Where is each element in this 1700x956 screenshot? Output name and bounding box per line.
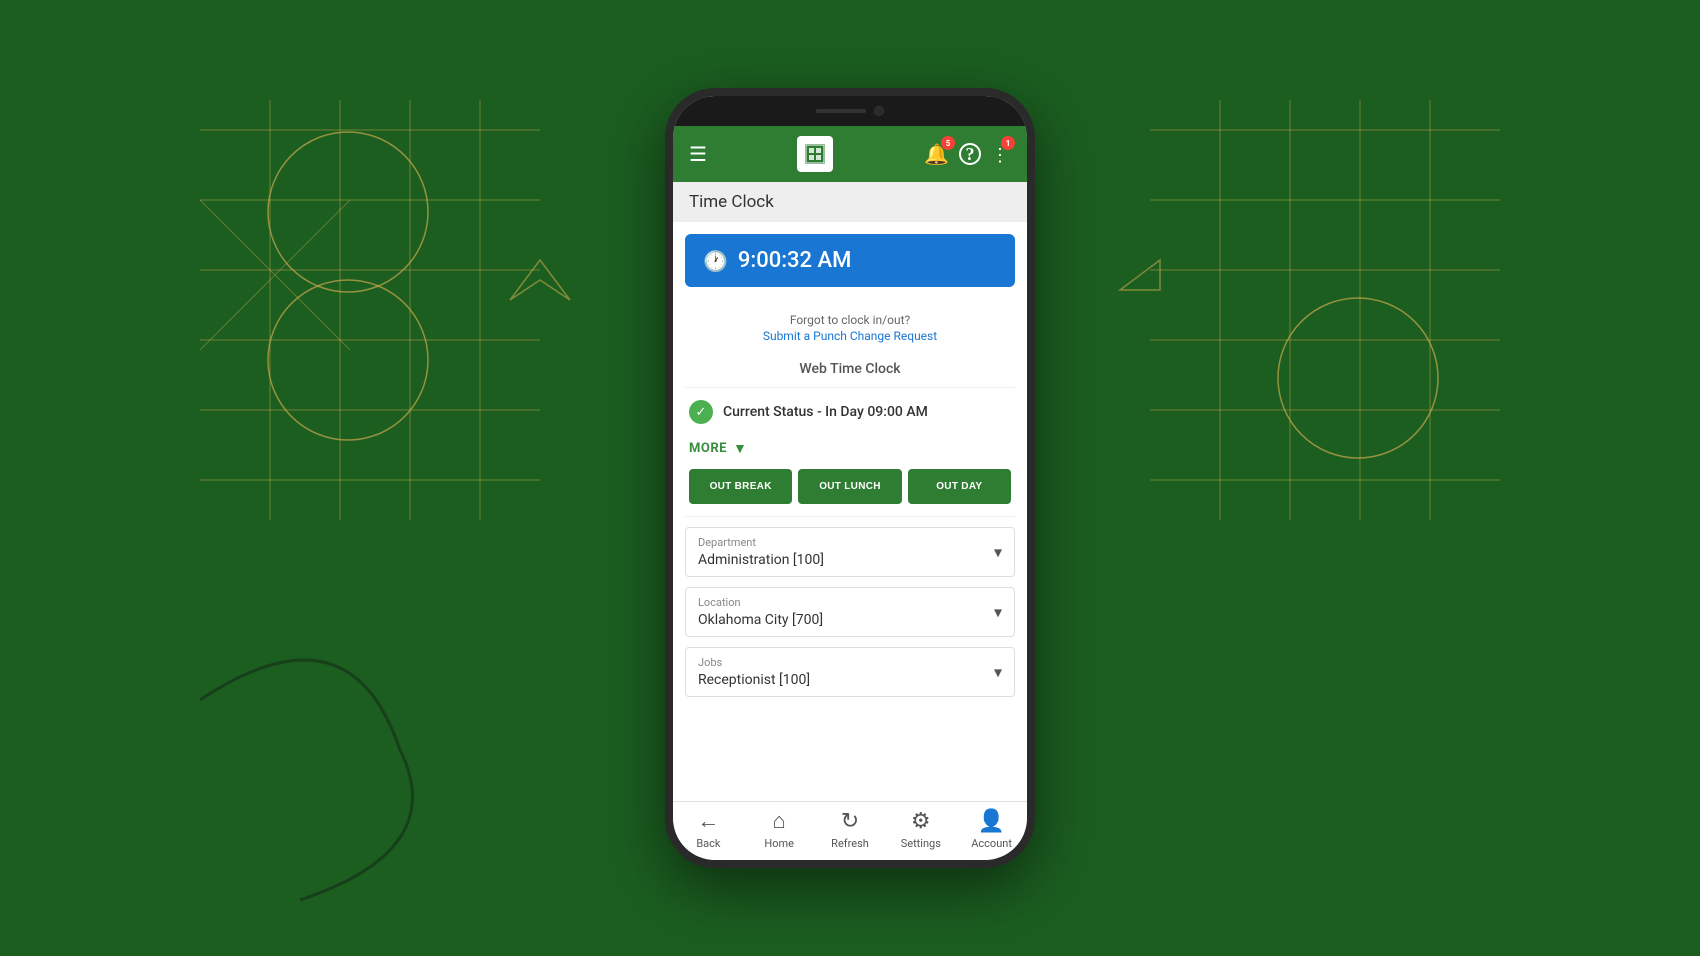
nav-home[interactable]: ⌂ Home xyxy=(744,808,815,850)
nav-back-label: Back xyxy=(696,837,720,850)
header-logo xyxy=(797,136,833,172)
action-buttons: OUT BREAK OUT LUNCH OUT DAY xyxy=(689,469,1011,504)
location-chevron-icon: ▾ xyxy=(994,603,1002,622)
settings-icon: ⚙ xyxy=(911,809,931,834)
location-label: Location xyxy=(698,596,1002,609)
menu-icon[interactable]: ☰ xyxy=(689,142,707,166)
checkmark-icon: ✓ xyxy=(696,405,707,420)
account-icon: 👤 xyxy=(978,809,1005,834)
nav-account[interactable]: 👤 Account xyxy=(956,809,1027,850)
phone-notch xyxy=(790,102,910,120)
page-title: Time Clock xyxy=(689,192,774,212)
more-toggle[interactable]: MORE ▼ xyxy=(689,440,1011,457)
more-badge: 1 xyxy=(1001,136,1015,150)
location-dropdown[interactable]: Location Oklahoma City [700] ▾ xyxy=(685,587,1015,637)
phone-shell: ☰ 🔔 5 ? xyxy=(665,88,1035,868)
question-icon: ? xyxy=(959,143,981,165)
app-header: ☰ 🔔 5 ? xyxy=(673,126,1027,182)
forgot-text: Forgot to clock in/out? xyxy=(689,313,1011,327)
phone-content: ☰ 🔔 5 ? xyxy=(673,126,1027,860)
phone-camera xyxy=(874,106,884,116)
nav-account-label: Account xyxy=(971,837,1012,850)
home-icon: ⌂ xyxy=(773,808,786,834)
more-label: MORE xyxy=(689,441,727,456)
status-text: Current Status - In Day 09:00 AM xyxy=(723,404,928,420)
main-content: 🕐 9:00:32 AM Forgot to clock in/out? Sub… xyxy=(673,222,1027,801)
status-check-icon: ✓ xyxy=(689,400,713,424)
nav-refresh[interactable]: ↻ Refresh xyxy=(815,809,886,850)
department-label: Department xyxy=(698,536,1002,549)
nav-home-label: Home xyxy=(764,837,794,850)
department-dropdown[interactable]: Department Administration [100] ▾ xyxy=(685,527,1015,577)
nav-back[interactable]: ← Back xyxy=(673,808,744,850)
bottom-nav: ← Back ⌂ Home ↻ Refresh ⚙ Settings 👤 Acc… xyxy=(673,801,1027,860)
department-value: Administration [100] xyxy=(698,552,1002,568)
status-section: ✓ Current Status - In Day 09:00 AM xyxy=(673,388,1027,436)
time-display-card: 🕐 9:00:32 AM xyxy=(685,234,1015,287)
out-lunch-button[interactable]: OUT LUNCH xyxy=(798,469,901,504)
nav-settings[interactable]: ⚙ Settings xyxy=(885,809,956,850)
punch-change-link[interactable]: Submit a Punch Change Request xyxy=(689,329,1011,343)
phone-power-button xyxy=(1033,236,1035,286)
help-button[interactable]: ? xyxy=(957,141,983,167)
phone-notch-area xyxy=(673,96,1027,126)
notification-badge: 5 xyxy=(941,136,955,150)
refresh-icon: ↻ xyxy=(841,809,859,834)
back-icon: ← xyxy=(697,808,719,834)
jobs-chevron-icon: ▾ xyxy=(994,663,1002,682)
out-break-button[interactable]: OUT BREAK xyxy=(689,469,792,504)
more-options-button[interactable]: ⋮ 1 xyxy=(989,140,1011,168)
more-section: MORE ▼ OUT BREAK OUT LUNCH OUT DAY xyxy=(673,436,1027,516)
nav-settings-label: Settings xyxy=(901,837,941,850)
jobs-value: Receptionist [100] xyxy=(698,672,1002,688)
jobs-label: Jobs xyxy=(698,656,1002,669)
more-chevron-icon: ▼ xyxy=(733,440,747,457)
divider-2 xyxy=(685,516,1015,517)
department-chevron-icon: ▾ xyxy=(994,543,1002,562)
clock-icon: 🕐 xyxy=(703,249,728,273)
forgot-section: Forgot to clock in/out? Submit a Punch C… xyxy=(673,299,1027,351)
phone-volume-button xyxy=(665,216,667,246)
location-value: Oklahoma City [700] xyxy=(698,612,1002,628)
out-day-button[interactable]: OUT DAY xyxy=(908,469,1011,504)
current-time: 9:00:32 AM xyxy=(738,248,851,273)
phone-speaker xyxy=(816,109,866,113)
nav-refresh-label: Refresh xyxy=(831,837,869,850)
header-right: 🔔 5 ? ⋮ 1 xyxy=(922,140,1011,168)
app-logo xyxy=(797,136,833,172)
page-title-bar: Time Clock xyxy=(673,182,1027,222)
web-time-label: Web Time Clock xyxy=(673,351,1027,387)
notification-button[interactable]: 🔔 5 xyxy=(922,140,951,168)
header-left: ☰ xyxy=(689,142,707,166)
jobs-dropdown[interactable]: Jobs Receptionist [100] ▾ xyxy=(685,647,1015,697)
